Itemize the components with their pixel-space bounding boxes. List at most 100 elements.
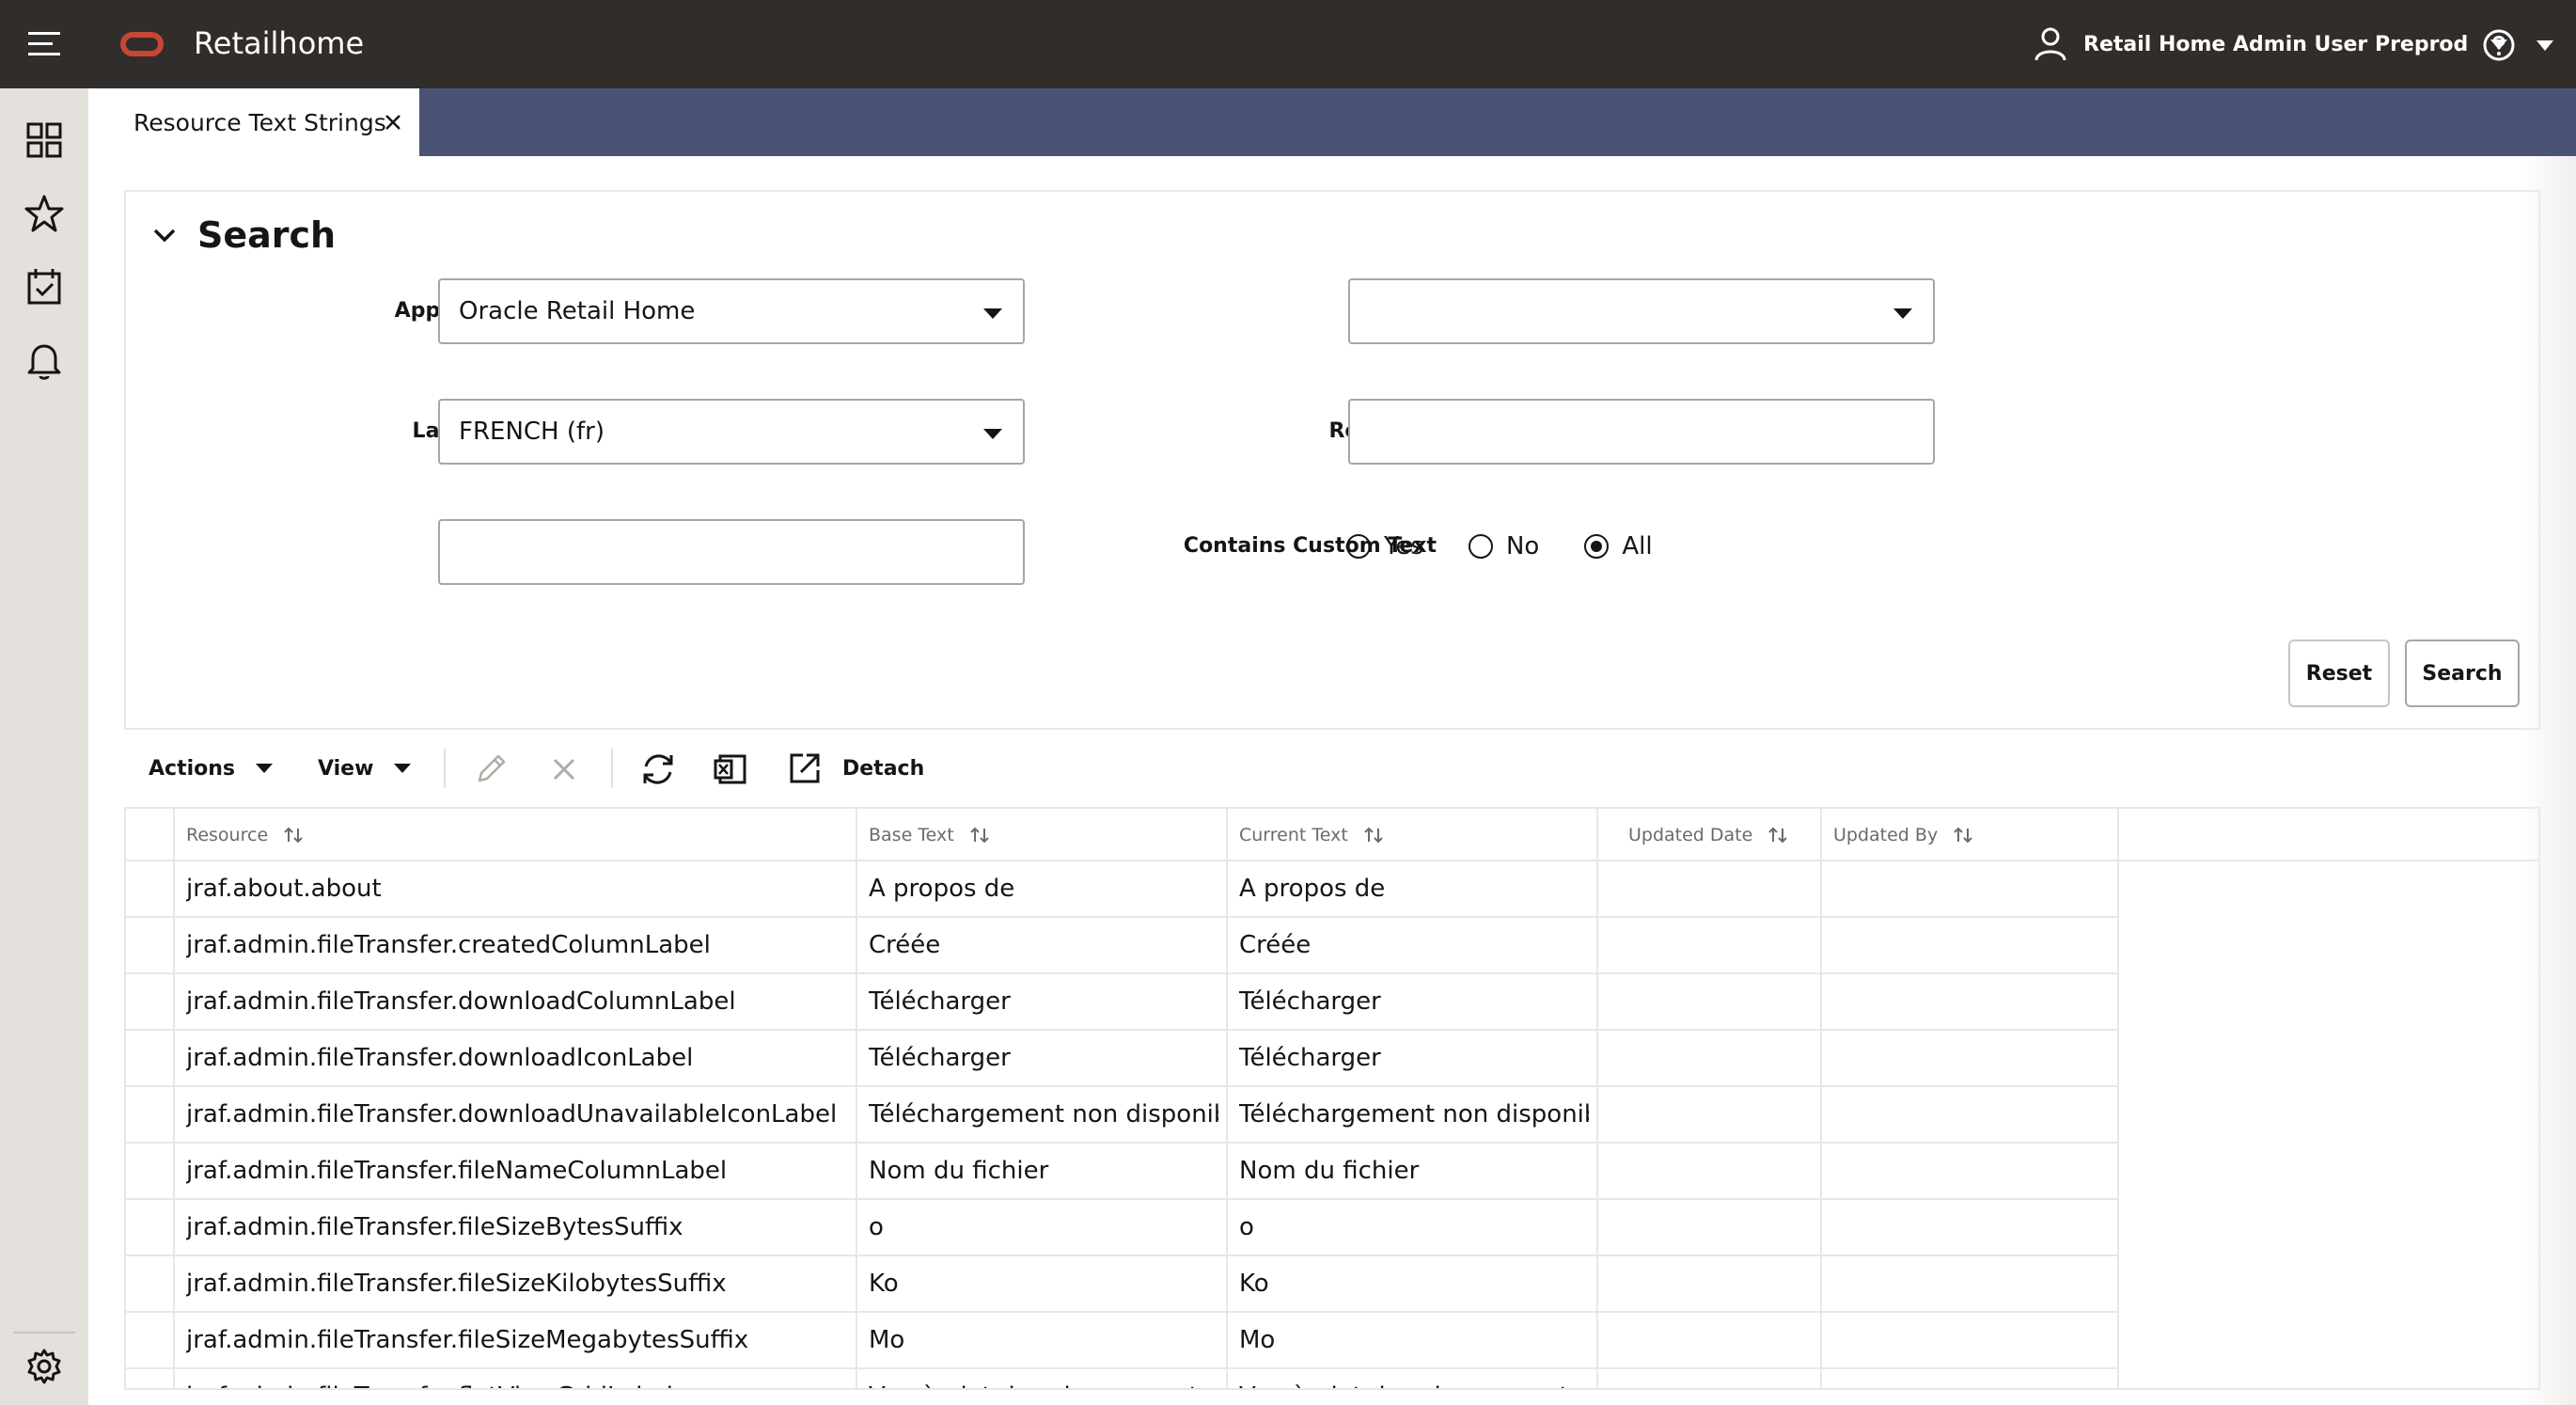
tab-label: Resource Text Strings [134, 108, 386, 136]
actions-label: Actions [149, 756, 235, 781]
table-row[interactable]: jraf.admin.fileTransfer.fileSizeKilobyte… [126, 1256, 2117, 1313]
hamburger-menu-icon[interactable] [28, 28, 62, 60]
user-menu[interactable]: Retail Home Admin User Preprod [2034, 24, 2508, 64]
refresh-icon[interactable] [639, 750, 677, 788]
cell-base-text: Télécharger [869, 987, 1011, 1016]
oracle-logo-icon [120, 32, 164, 56]
chevron-down-icon [153, 229, 176, 243]
table-row[interactable]: jraf.admin.fileTransfer.downloadUnavaila… [126, 1087, 2117, 1144]
detach-label: Detach [842, 756, 925, 781]
calendar-check-icon[interactable] [24, 267, 64, 307]
column-header-resource[interactable]: Resource [186, 809, 304, 861]
cell-current-text: A propos de [1239, 875, 1386, 903]
search-button[interactable]: Search [2405, 639, 2520, 707]
table-row[interactable]: jraf.about.about A propos de A propos de [126, 861, 2117, 918]
resource-input[interactable] [1348, 399, 1935, 465]
chevron-down-icon [256, 764, 273, 773]
table-row[interactable]: jraf.admin.fileTransfer.downloadColumnLa… [126, 974, 2117, 1031]
text-input[interactable] [438, 519, 1025, 585]
close-icon[interactable] [384, 113, 402, 132]
sort-icon [284, 827, 303, 844]
star-icon[interactable] [24, 194, 64, 233]
radio-no-circle [1468, 534, 1493, 559]
column-header-label: Base Text [869, 825, 954, 845]
bell-icon[interactable] [24, 340, 64, 380]
custom-text-radio-group: Yes No All [1346, 532, 1698, 560]
radio-no-label: No [1505, 532, 1540, 560]
application-select[interactable]: Oracle Retail Home [438, 278, 1025, 344]
actions-menu[interactable]: Actions [149, 730, 273, 807]
cell-resource: jraf.admin.fileTransfer.flatViewGridLabe… [186, 1369, 844, 1388]
column-header-current-text[interactable]: Current Text [1239, 809, 1384, 861]
chevron-down-icon [2537, 39, 2553, 51]
column-header-updated-by[interactable]: Updated By [1833, 809, 1973, 861]
column-divider [2117, 809, 2119, 1388]
tab-strip: Resource Text Strings [88, 88, 2576, 156]
column-header-base-text[interactable]: Base Text [869, 809, 990, 861]
language-value: FRENCH (fr) [459, 418, 605, 446]
cell-resource: jraf.admin.fileTransfer.fileNameColumnLa… [186, 1157, 728, 1185]
search-collapse-toggle[interactable]: Search [152, 214, 336, 256]
edit-pencil-icon[interactable] [472, 750, 510, 788]
column-header-label: Resource [186, 825, 269, 845]
cell-current-text: Téléchargement non disponible [1239, 1100, 1589, 1129]
cell-current-text: Mo [1239, 1326, 1276, 1354]
detach-button[interactable]: Detach [786, 730, 924, 807]
app-title: Retailhome [194, 25, 365, 61]
dropdown-arrow-icon [1893, 308, 1912, 319]
radio-yes-label: Yes [1384, 532, 1423, 560]
chevron-down-icon [394, 764, 412, 773]
bundle-select[interactable] [1348, 278, 1935, 344]
left-nav [0, 88, 88, 1405]
table-row[interactable]: jraf.admin.fileTransfer.fileNameColumnLa… [126, 1144, 2117, 1200]
tab-resource-text-strings[interactable]: Resource Text Strings [88, 88, 419, 156]
cell-base-text: Télécharger [869, 1044, 1011, 1072]
cell-current-text: Ko [1239, 1270, 1269, 1298]
column-header-label: Current Text [1239, 825, 1348, 845]
gear-icon[interactable] [24, 1347, 64, 1386]
dashboard-grid-icon[interactable] [24, 120, 64, 160]
radio-no[interactable]: No [1468, 532, 1540, 560]
delete-x-icon[interactable] [545, 750, 583, 788]
help-icon [2483, 29, 2515, 61]
table-row[interactable]: jraf.admin.fileTransfer.flatViewGridLabe… [126, 1369, 2117, 1388]
table-row[interactable]: jraf.admin.fileTransfer.fileSizeBytesSuf… [126, 1200, 2117, 1256]
sort-icon [970, 827, 989, 844]
cell-base-text: Vue à plat des chargements réce [869, 1369, 1218, 1388]
user-name: Retail Home Admin User Preprod [2083, 32, 2469, 56]
cell-base-text: Nom du fichier [869, 1157, 1049, 1185]
sort-icon [1954, 827, 1972, 844]
view-label: View [318, 756, 374, 781]
radio-yes-circle [1346, 534, 1371, 559]
cell-resource: jraf.admin.fileTransfer.fileSizeMegabyte… [186, 1326, 749, 1354]
top-bar: Retailhome Retail Home Admin User Prepro… [0, 0, 2576, 88]
radio-all[interactable]: All [1584, 532, 1653, 560]
view-menu[interactable]: View [318, 730, 412, 807]
cell-current-text: Télécharger [1239, 1044, 1381, 1072]
table-header: Resource Base Text Current Text Updated … [126, 809, 2538, 861]
application-value: Oracle Retail Home [459, 297, 696, 325]
cell-current-text: Créée [1239, 931, 1312, 959]
radio-all-circle [1584, 534, 1610, 559]
radio-yes[interactable]: Yes [1346, 532, 1423, 560]
help-menu[interactable] [2482, 26, 2553, 64]
column-header-label: Updated By [1833, 825, 1939, 845]
toolbar-divider [611, 749, 613, 788]
cell-current-text: Télécharger [1239, 987, 1381, 1016]
cell-resource: jraf.admin.fileTransfer.downloadColumnLa… [186, 987, 736, 1016]
export-excel-icon[interactable] [713, 750, 750, 788]
search-title: Search [197, 214, 337, 256]
column-header-label: Updated Date [1628, 825, 1753, 845]
detach-icon [790, 753, 820, 783]
table-row[interactable]: jraf.admin.fileTransfer.fileSizeMegabyte… [126, 1313, 2117, 1369]
dropdown-arrow-icon [983, 429, 1002, 439]
radio-all-label: All [1622, 532, 1653, 560]
cell-current-text: Nom du fichier [1239, 1157, 1420, 1185]
cell-base-text: o [869, 1213, 884, 1241]
table-row[interactable]: jraf.admin.fileTransfer.downloadIconLabe… [126, 1031, 2117, 1087]
reset-button[interactable]: Reset [2288, 639, 2390, 707]
table-row[interactable]: jraf.admin.fileTransfer.createdColumnLab… [126, 918, 2117, 974]
language-select[interactable]: FRENCH (fr) [438, 399, 1025, 465]
sort-icon [1768, 827, 1788, 844]
column-header-updated-date[interactable]: Updated Date [1628, 809, 1788, 861]
